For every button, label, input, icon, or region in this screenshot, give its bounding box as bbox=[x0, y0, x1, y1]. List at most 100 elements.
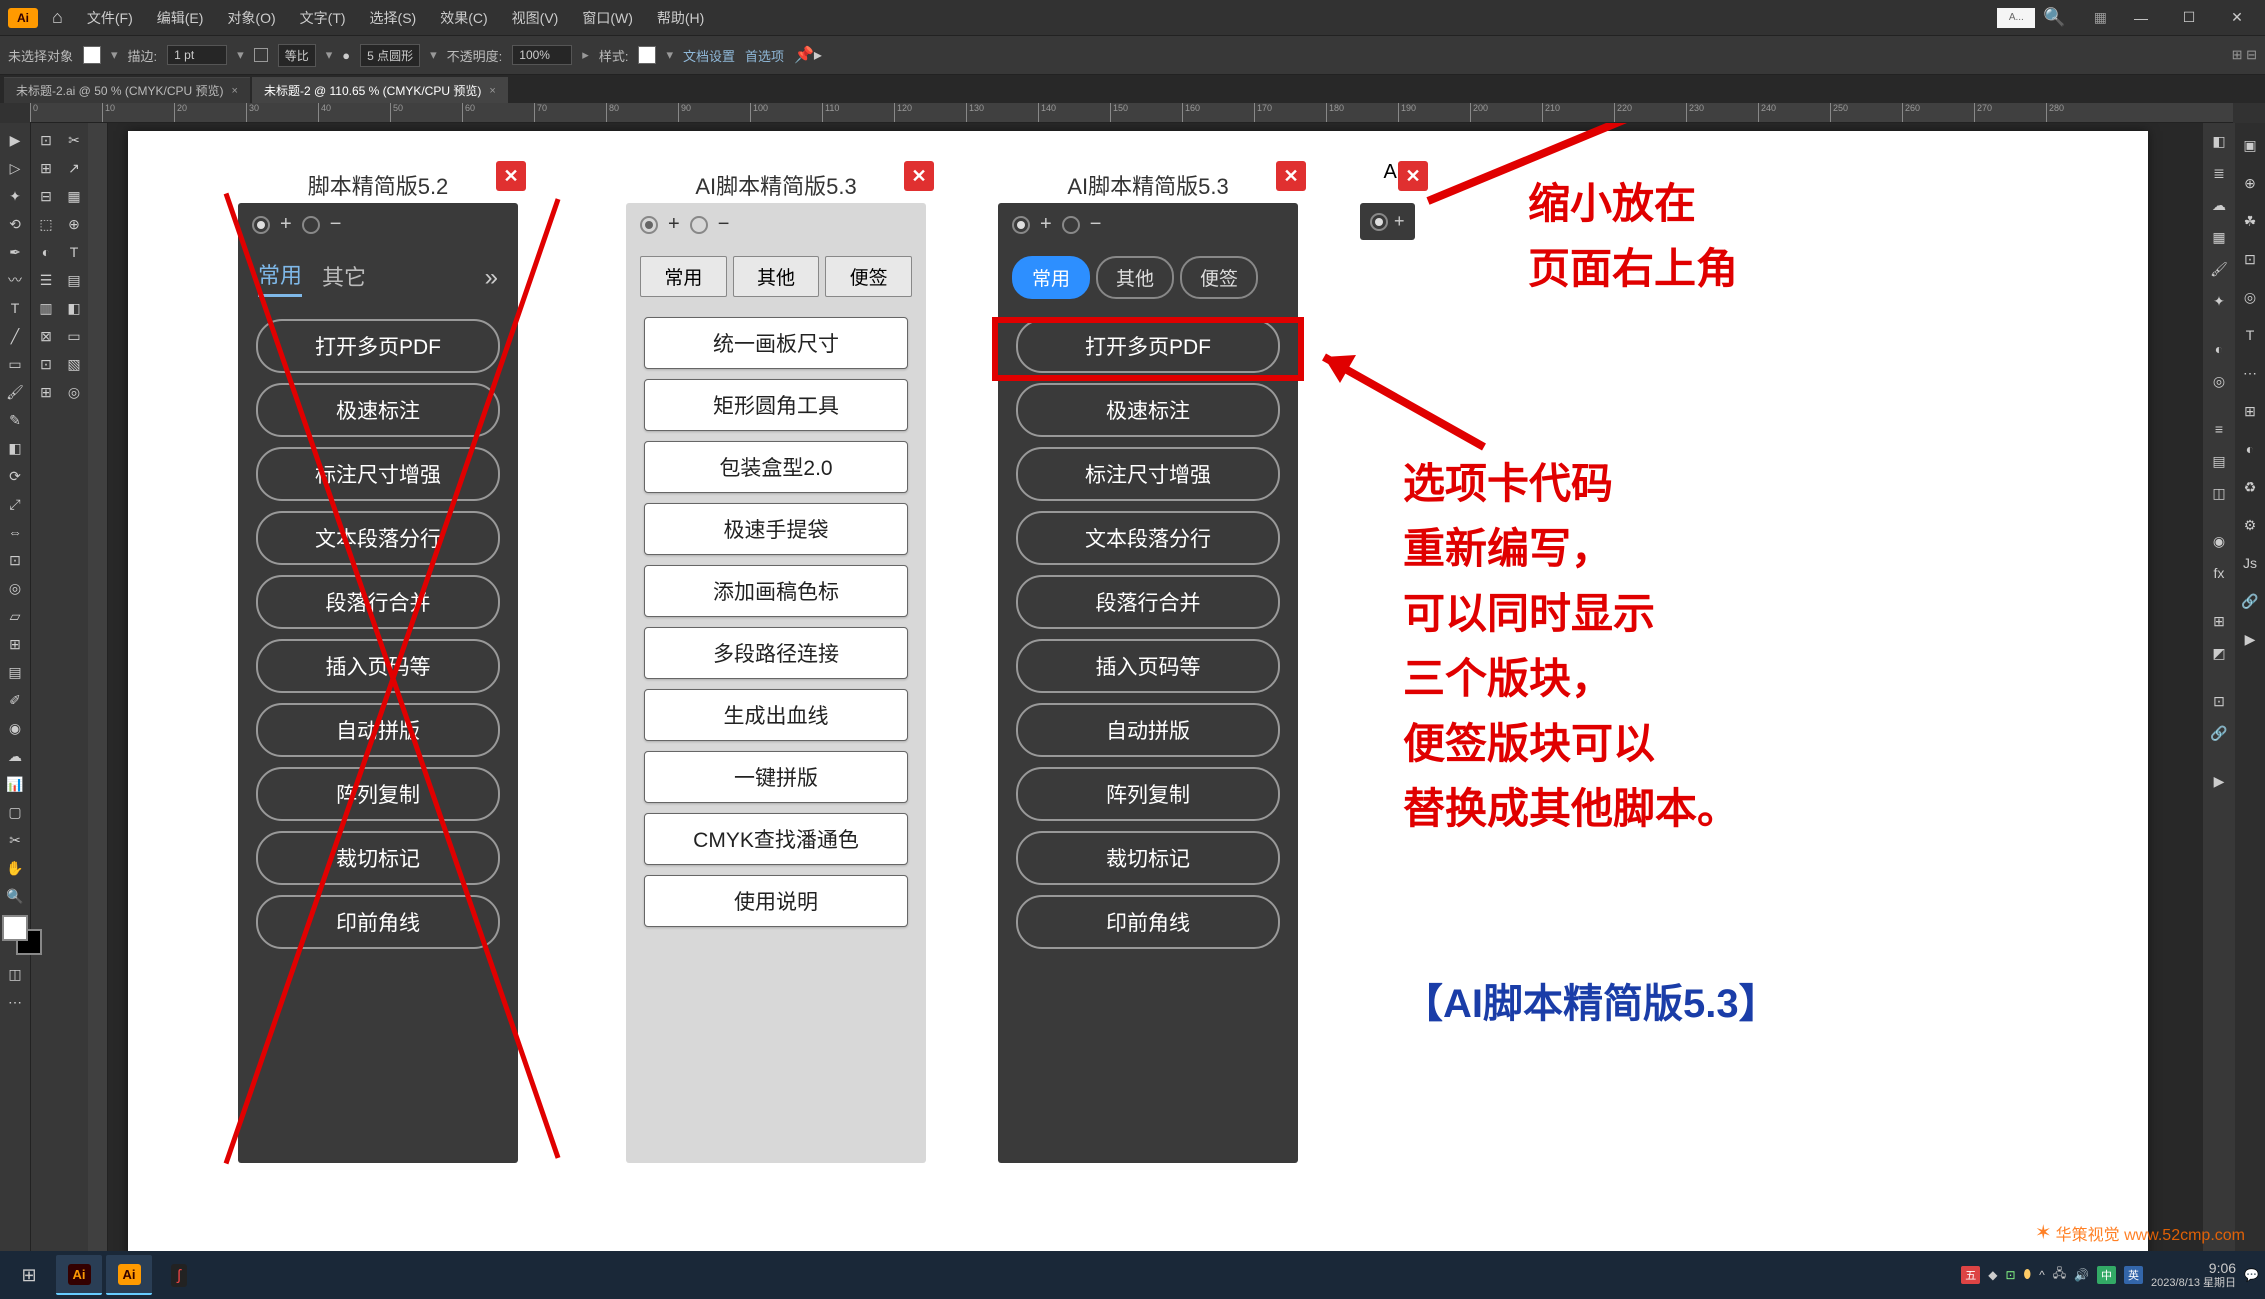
corner-dropdown[interactable]: 5 点圆形 bbox=[360, 44, 420, 67]
ext-icon-13[interactable]: 🔗 bbox=[2236, 587, 2264, 615]
preferences-link[interactable]: 首选项 bbox=[745, 46, 784, 65]
radio-selected-icon[interactable] bbox=[252, 216, 270, 234]
panel53light-close-button[interactable]: ✕ bbox=[904, 161, 934, 191]
properties-icon[interactable]: ◧ bbox=[2205, 127, 2233, 155]
ext-icon-1[interactable]: ▣ bbox=[2236, 131, 2264, 159]
btn-box-template[interactable]: 包装盒型2.0 bbox=[644, 441, 908, 493]
radio-unselected-icon[interactable] bbox=[1062, 216, 1080, 234]
plugin-tool-20[interactable]: ◎ bbox=[61, 379, 87, 405]
tray-icon-1[interactable]: ◆ bbox=[1988, 1268, 1997, 1282]
radio-selected-icon[interactable] bbox=[1370, 213, 1388, 231]
tab-close-icon[interactable]: × bbox=[489, 85, 495, 97]
btn-para-merge[interactable]: 段落行合并 bbox=[256, 575, 500, 629]
menu-file[interactable]: 文件(F) bbox=[77, 4, 143, 32]
btn-fast-annotate[interactable]: 极速标注 bbox=[1016, 383, 1280, 437]
menu-object[interactable]: 对象(O) bbox=[217, 4, 285, 32]
menu-type[interactable]: 文字(T) bbox=[290, 4, 356, 32]
symbol-tool[interactable]: ☁ bbox=[2, 743, 28, 769]
btn-array-copy[interactable]: 阵列复制 bbox=[256, 767, 500, 821]
menu-view[interactable]: 视图(V) bbox=[502, 4, 569, 32]
plugin-tool-17[interactable]: ⊡ bbox=[33, 351, 59, 377]
gradient-icon[interactable]: ▤ bbox=[2205, 447, 2233, 475]
graphic-styles-icon[interactable]: fx bbox=[2205, 559, 2233, 587]
panel52-tab-other[interactable]: 其它 bbox=[322, 260, 366, 296]
btn-page-number[interactable]: 插入页码等 bbox=[1016, 639, 1280, 693]
perspective-tool[interactable]: ▱ bbox=[2, 603, 28, 629]
rotate-tool[interactable]: ⟳ bbox=[2, 463, 28, 489]
tray-network-icon[interactable]: 🖧 bbox=[2053, 1264, 2066, 1285]
plugin-tool-4[interactable]: ↗ bbox=[61, 155, 87, 181]
radio-selected-icon[interactable] bbox=[1012, 216, 1030, 234]
panel52-tab-common[interactable]: 常用 bbox=[258, 258, 302, 297]
canvas[interactable]: 脚本精简版5.2 ✕ + − 常用 其它 » 打开多页PDF 极速标注 bbox=[88, 123, 2203, 1251]
panel53light-tab-common[interactable]: 常用 bbox=[640, 256, 727, 297]
btn-page-number[interactable]: 插入页码等 bbox=[256, 639, 500, 693]
mesh-tool[interactable]: ⊞ bbox=[2, 631, 28, 657]
menu-effect[interactable]: 效果(C) bbox=[430, 4, 497, 32]
btn-add-colorlabel[interactable]: 添加画稿色标 bbox=[644, 565, 908, 617]
panel52-close-button[interactable]: ✕ bbox=[496, 161, 526, 191]
actions-icon[interactable]: ▶ bbox=[2205, 767, 2233, 795]
line-tool[interactable]: ╱ bbox=[2, 323, 28, 349]
eyedropper-tool[interactable]: ✐ bbox=[2, 687, 28, 713]
edit-toolbar[interactable]: ⋯ bbox=[2, 989, 28, 1015]
gradient-tool[interactable]: ▤ bbox=[2, 659, 28, 685]
fill-swatch[interactable] bbox=[83, 46, 101, 64]
btn-crop-marks[interactable]: 裁切标记 bbox=[1016, 831, 1280, 885]
plugin-tool-14[interactable]: ◧ bbox=[61, 295, 87, 321]
shape-builder-tool[interactable]: ◎ bbox=[2, 575, 28, 601]
plugin-tool-6[interactable]: ▦ bbox=[61, 183, 87, 209]
ext-icon-6[interactable]: T bbox=[2236, 321, 2264, 349]
links-icon[interactable]: 🔗 bbox=[2205, 719, 2233, 747]
radio-unselected-icon[interactable] bbox=[302, 216, 320, 234]
plugin-tool-12[interactable]: ▤ bbox=[61, 267, 87, 293]
magic-wand-tool[interactable]: ✦ bbox=[2, 183, 28, 209]
menu-window[interactable]: 窗口(W) bbox=[572, 4, 643, 32]
swatches-icon[interactable]: ▦ bbox=[2205, 223, 2233, 251]
document-tab-1[interactable]: 未标题-2.ai @ 50 % (CMYK/CPU 预览) × bbox=[4, 77, 250, 103]
system-clock[interactable]: 9:06 2023/8/13 星期日 bbox=[2151, 1260, 2236, 1290]
transform-icon[interactable]: ⊡ bbox=[2205, 687, 2233, 715]
plugin-tool-18[interactable]: ▧ bbox=[61, 351, 87, 377]
symbols-icon[interactable]: ✦ bbox=[2205, 287, 2233, 315]
menu-help[interactable]: 帮助(H) bbox=[647, 4, 714, 32]
close-button[interactable]: ✕ bbox=[2217, 3, 2257, 33]
ext-icon-8[interactable]: ⊞ bbox=[2236, 397, 2264, 425]
workspace-switcher-icon[interactable]: ▦ bbox=[2094, 9, 2107, 26]
tray-volume-icon[interactable]: 🔊 bbox=[2074, 1268, 2089, 1282]
options-collapse-icon[interactable]: ⊞ ⊟ bbox=[2232, 47, 2257, 63]
plugin-tool-5[interactable]: ⊟ bbox=[33, 183, 59, 209]
btn-open-pdf[interactable]: 打开多页PDF bbox=[256, 319, 500, 373]
btn-text-split[interactable]: 文本段落分行 bbox=[1016, 511, 1280, 565]
stroke-icon[interactable]: ≡ bbox=[2205, 415, 2233, 443]
brushes-icon[interactable]: 🖌 bbox=[2205, 255, 2233, 283]
plugin-tool-2[interactable]: ✂ bbox=[61, 127, 87, 153]
taskbar-app-other[interactable]: ʃ bbox=[156, 1255, 202, 1295]
scale-tool[interactable]: ⤢ bbox=[2, 491, 28, 517]
slice-tool[interactable]: ✂ bbox=[2, 827, 28, 853]
minimize-button[interactable]: — bbox=[2121, 3, 2161, 33]
brush-tool[interactable]: 🖌 bbox=[2, 379, 28, 405]
width-tool[interactable]: ⇔ bbox=[2, 519, 28, 545]
free-transform-tool[interactable]: ⊡ bbox=[2, 547, 28, 573]
btn-text-split[interactable]: 文本段落分行 bbox=[256, 511, 500, 565]
ext-icon-7[interactable]: ⋯ bbox=[2236, 359, 2264, 387]
start-button[interactable]: ⊞ bbox=[6, 1255, 52, 1295]
ext-icon-2[interactable]: ⊕ bbox=[2236, 169, 2264, 197]
pin-icon[interactable]: 📌▸ bbox=[794, 45, 822, 65]
transparency-icon[interactable]: ◫ bbox=[2205, 479, 2233, 507]
tray-icon-2[interactable]: ⊡ bbox=[2005, 1268, 2015, 1282]
style-swatch[interactable] bbox=[638, 46, 656, 64]
panel53dark-tab-notes[interactable]: 便签 bbox=[1180, 256, 1258, 299]
ext-icon-5[interactable]: ◎ bbox=[2236, 283, 2264, 311]
plugin-tool-9[interactable]: ◐ bbox=[33, 239, 59, 265]
btn-dimension[interactable]: 标注尺寸增强 bbox=[1016, 447, 1280, 501]
panel53dark-tab-other[interactable]: 其他 bbox=[1096, 256, 1174, 299]
radio-unselected-icon[interactable] bbox=[690, 216, 708, 234]
panel53dark-tab-common[interactable]: 常用 bbox=[1012, 256, 1090, 299]
plugin-tool-3[interactable]: ⊞ bbox=[33, 155, 59, 181]
color-icon[interactable]: ◐ bbox=[2205, 335, 2233, 363]
notification-icon[interactable]: 💬 bbox=[2244, 1268, 2259, 1282]
appearance-icon[interactable]: ◉ bbox=[2205, 527, 2233, 555]
color-swatch[interactable] bbox=[2, 915, 42, 955]
